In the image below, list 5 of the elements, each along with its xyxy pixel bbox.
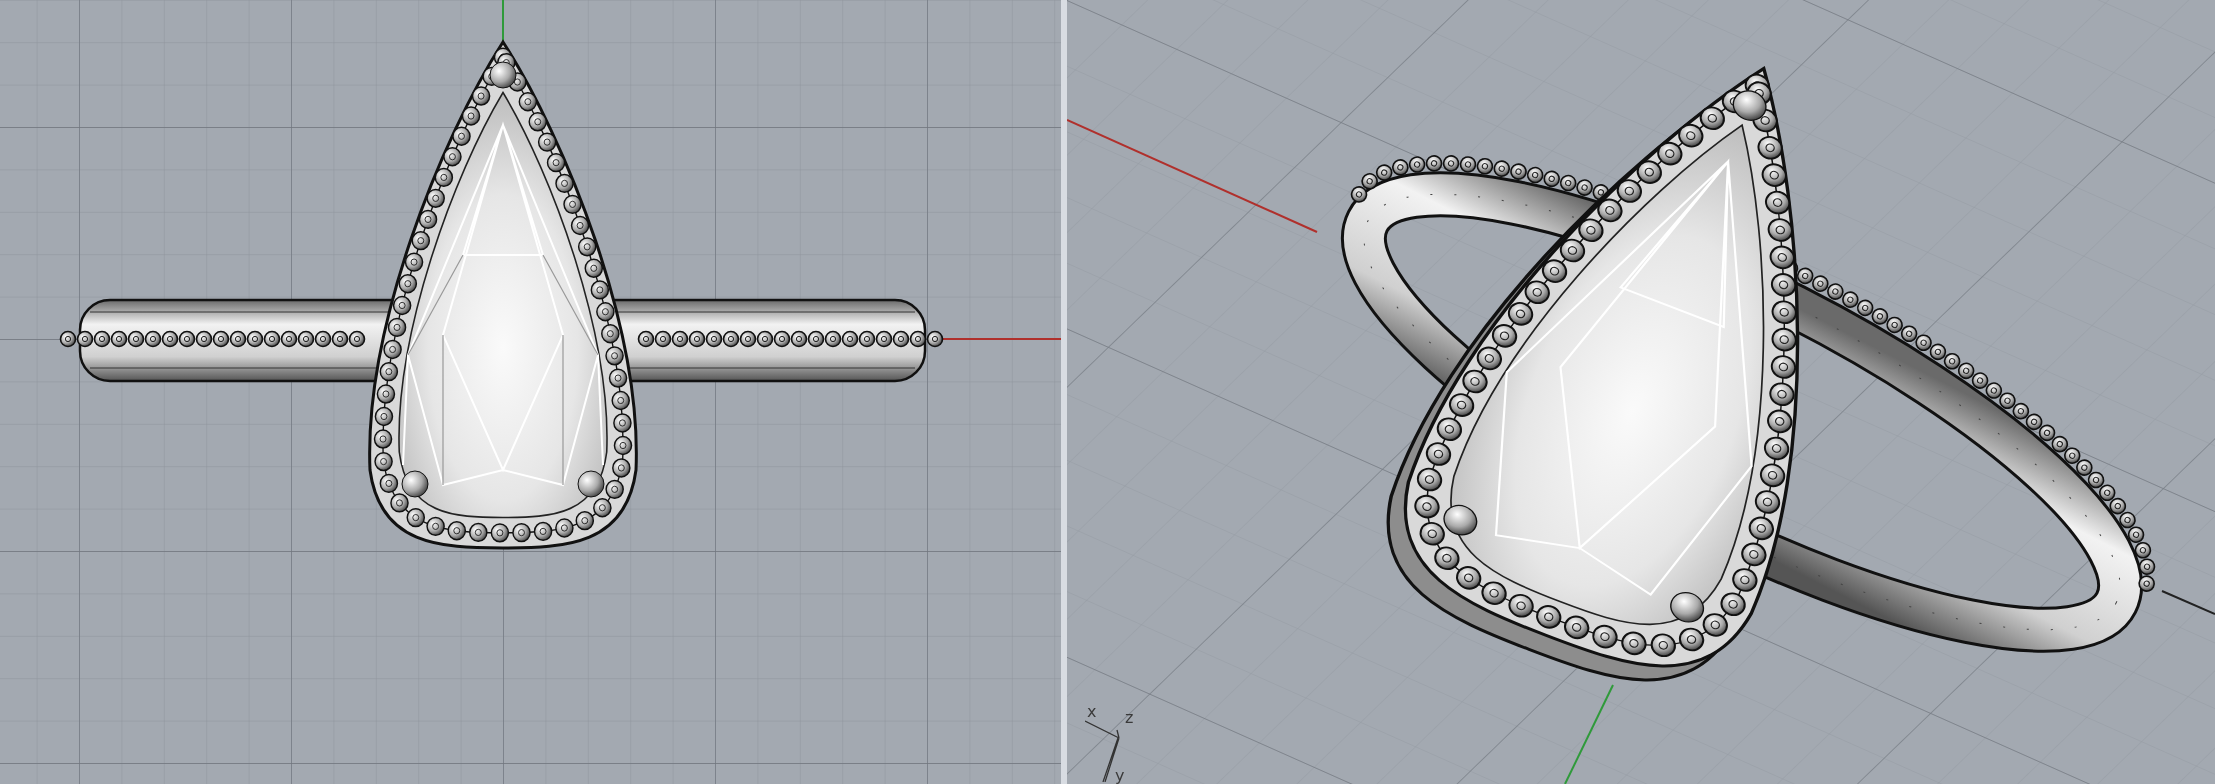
axis-label: y [1115, 768, 1125, 784]
axis-label: z [1125, 710, 1134, 726]
axis-line [502, 0, 504, 43]
axis-line [2161, 590, 2215, 615]
axis-label: x [1087, 704, 1097, 720]
